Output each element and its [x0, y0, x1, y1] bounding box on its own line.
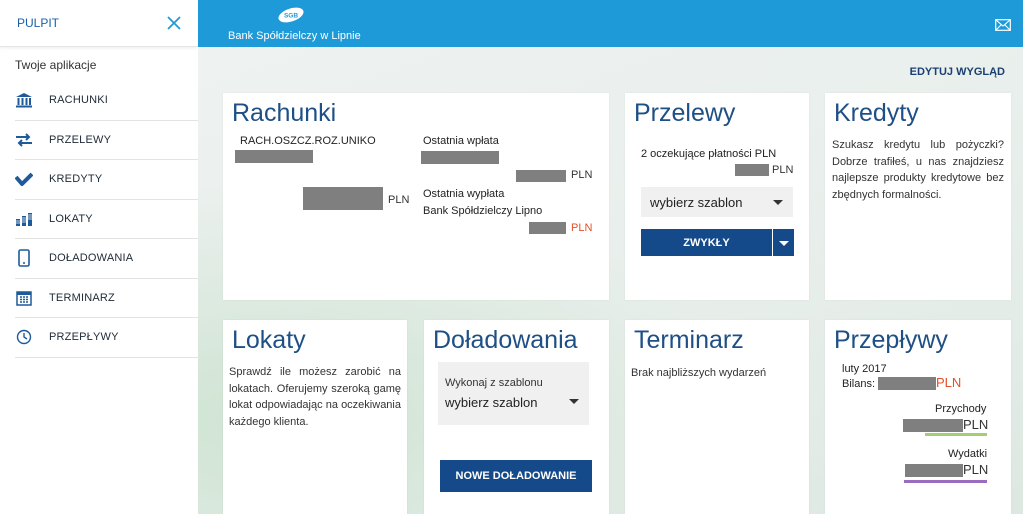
sidebar-item-doladowania[interactable]: DOŁADOWANIA — [15, 239, 198, 279]
clock-icon — [15, 328, 33, 346]
expense-amount-masked — [905, 464, 963, 477]
card-title: Rachunki — [232, 99, 337, 127]
last-out-label: Ostatnia wypłata — [423, 188, 505, 200]
expense-label: Wydatki — [948, 448, 988, 460]
bank-name: Bank Spółdzielczy w Lipnie — [228, 30, 361, 42]
balance-label: Bilans: — [842, 378, 876, 390]
sidebar: PULPIT Twoje aplikacje RACHUNKI PRZELEWY… — [0, 0, 198, 514]
credit-icon — [15, 170, 33, 188]
transfer-template-select[interactable]: wybierz szablon — [641, 187, 793, 217]
phone-icon — [15, 249, 33, 268]
sidebar-item-label: PRZELEWY — [49, 133, 112, 146]
sidebar-item-kredyty[interactable]: KREDYTY — [15, 160, 198, 200]
new-topup-button[interactable]: NOWE DOŁADOWANIE — [440, 460, 592, 492]
card-terminarz[interactable]: Terminarz Brak najbliższych wydarzeń — [625, 320, 809, 514]
account-number-masked — [235, 150, 313, 163]
bank-icon — [15, 91, 33, 109]
pending-amount-masked — [735, 164, 769, 176]
pending-payments[interactable]: 2 oczekujące płatności PLN — [641, 148, 776, 160]
last-in-amount-masked — [516, 170, 566, 182]
mail-icon[interactable] — [995, 19, 1011, 31]
close-icon[interactable] — [166, 15, 182, 31]
last-out-amount-masked — [529, 222, 566, 234]
chevron-down-icon — [773, 200, 783, 205]
expense-currency: PLN — [963, 462, 989, 477]
card-przeplywy[interactable]: Przepływy luty 2017 Bilans: PLN Przychod… — [825, 320, 1011, 514]
select-value: wybierz szablon — [650, 194, 743, 210]
sidebar-item-label: PRZEPŁYWY — [49, 331, 119, 344]
standard-transfer-button[interactable]: ZWYKŁY — [641, 229, 772, 256]
balance-amount-masked — [878, 377, 936, 390]
sidebar-item-label: KREDYTY — [49, 173, 103, 186]
income-amount-masked — [903, 419, 963, 432]
sidebar-item-label: LOKATY — [49, 212, 93, 225]
sidebar-item-label: DOŁADOWANIA — [49, 252, 134, 265]
sidebar-menu: RACHUNKI PRZELEWY KREDYTY LOKATY DOŁADOW… — [0, 81, 198, 358]
header-bar: SGB Bank Spółdzielczy w Lipnie — [198, 0, 1023, 47]
sidebar-item-przeplywy[interactable]: PRZEPŁYWY — [15, 318, 198, 358]
sidebar-item-rachunki[interactable]: RACHUNKI — [15, 81, 198, 121]
transfer-type-dropdown[interactable] — [772, 229, 794, 256]
account-name[interactable]: RACH.OSZCZ.ROZ.UNIKO — [240, 135, 376, 147]
income-currency: PLN — [963, 417, 989, 432]
template-label: Wykonaj z szablonu — [445, 377, 543, 389]
bank-logo: SGB — [278, 7, 304, 23]
card-title: Przepływy — [834, 326, 948, 354]
card-rachunki[interactable]: Rachunki RACH.OSZCZ.ROZ.UNIKO PLN Ostatn… — [223, 93, 609, 300]
sidebar-item-terminarz[interactable]: TERMINARZ — [15, 279, 198, 318]
income-bar — [925, 433, 987, 436]
card-title: Lokaty — [232, 326, 306, 354]
main-content: EDYTUJ WYGLĄD Rachunki RACH.OSZCZ.ROZ.UN… — [198, 47, 1023, 514]
card-lokaty[interactable]: Lokaty Sprawdź ile możesz zarobić na lok… — [223, 320, 407, 514]
sidebar-header: PULPIT — [0, 0, 198, 47]
topup-template-select[interactable]: Wykonaj z szablonu wybierz szablon — [438, 362, 589, 425]
calendar-icon — [15, 289, 33, 307]
transfer-arrows-icon — [15, 131, 33, 149]
last-out-payee: Bank Spółdzielczy Lipno — [423, 205, 543, 217]
last-in-currency: PLN — [571, 169, 593, 181]
coins-icon — [15, 210, 33, 228]
balance-masked — [303, 187, 383, 210]
card-title: Przelewy — [634, 99, 736, 127]
card-przelewy[interactable]: Przelewy 2 oczekujące płatności PLN PLN … — [625, 93, 809, 300]
pending-currency: PLN — [772, 164, 794, 176]
card-kredyty[interactable]: Kredyty Szukasz kredytu lub pożyczki? Do… — [825, 93, 1011, 300]
credit-promo-text: Szukasz kredytu lub pożyczki? Dobrze tra… — [832, 139, 1004, 201]
last-out-currency: PLN — [571, 222, 593, 234]
chevron-down-icon — [569, 398, 579, 404]
sidebar-item-przelewy[interactable]: PRZELEWY — [15, 121, 198, 160]
edit-layout-button[interactable]: EDYTUJ WYGLĄD — [910, 66, 1005, 78]
balance-currency: PLN — [388, 194, 410, 206]
income-label: Przychody — [935, 403, 987, 415]
select-value: wybierz szablon — [445, 395, 538, 410]
sidebar-item-lokaty[interactable]: LOKATY — [15, 200, 198, 239]
card-doladowania[interactable]: Doładowania Wykonaj z szablonu wybierz s… — [424, 320, 609, 514]
svg-text:SGB: SGB — [284, 13, 298, 20]
sidebar-title[interactable]: PULPIT — [17, 16, 59, 30]
last-in-label: Ostatnia wpłata — [423, 135, 499, 147]
sidebar-item-label: TERMINARZ — [49, 291, 115, 304]
balance-currency: PLN — [936, 375, 962, 390]
card-title: Kredyty — [834, 99, 919, 127]
card-title: Terminarz — [634, 326, 744, 354]
card-title: Doładowania — [433, 326, 578, 354]
last-in-date-masked — [421, 151, 499, 164]
no-events-text: Brak najbliższych wydarzeń — [631, 367, 767, 379]
deposits-promo-text: Sprawdź ile możesz zarobić na lokatach. … — [229, 366, 401, 428]
expense-bar — [904, 480, 987, 483]
sidebar-section-label: Twoje aplikacje — [15, 58, 97, 72]
sidebar-item-label: RACHUNKI — [49, 94, 109, 107]
period-label: luty 2017 — [842, 363, 887, 375]
chevron-down-icon — [778, 240, 789, 246]
